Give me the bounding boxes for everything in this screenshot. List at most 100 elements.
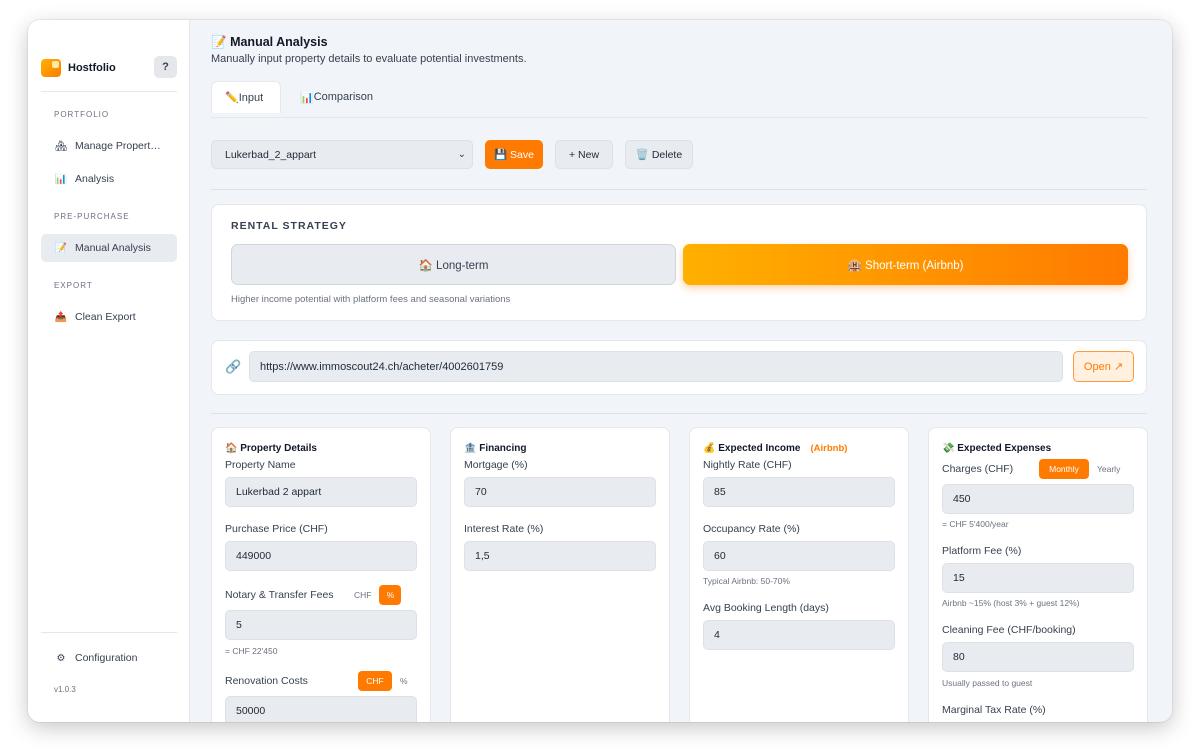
renovation-label: Renovation Costs [225, 675, 308, 687]
long-term-option[interactable]: 🏠 Long-term [231, 244, 676, 285]
platform-fee-hint: Airbnb ~15% (host 3% + guest 12%) [942, 598, 1080, 608]
chevron-down-icon: ⌄ [457, 149, 466, 160]
purchase-price-input[interactable]: 449000 [225, 541, 417, 571]
open-listing-button[interactable]: Open ↗ [1073, 351, 1134, 382]
sidebar-item-configuration[interactable]: ⚙ Configuration [41, 644, 177, 672]
renovation-input[interactable]: 50000 [225, 696, 417, 722]
property-name-label: Property Name [225, 459, 296, 471]
fees-chf-option[interactable]: CHF [349, 585, 376, 605]
property-details-title: 🏠 Property Details [225, 443, 317, 454]
tab-label: Input [238, 91, 264, 104]
selected-property: Lukerbad_2_appart [225, 148, 317, 161]
expected-income-title-text: 💰 Expected Income [703, 443, 801, 454]
charges-hint: = CHF 5'400/year [942, 519, 1009, 529]
app-window: Hostfolio ? PORTFOLIO 🏘 Manage Propert… … [28, 20, 1172, 722]
interest-rate-label: Interest Rate (%) [464, 523, 544, 535]
fees-label: Notary & Transfer Fees [225, 589, 334, 601]
charges-monthly-option[interactable]: Monthly [1039, 459, 1089, 479]
fees-unit-toggle: CHF % [349, 585, 402, 605]
renovation-percent-option[interactable]: % [395, 671, 413, 691]
nightly-rate-input[interactable]: 85 [703, 477, 895, 507]
save-button[interactable]: 💾 Save [485, 140, 543, 169]
new-button[interactable]: + New [555, 140, 613, 169]
help-button[interactable]: ? [154, 56, 177, 78]
charges-yearly-option[interactable]: Yearly [1092, 459, 1125, 479]
platform-fee-input[interactable]: 15 [942, 563, 1134, 593]
mortgage-input[interactable]: 70 [464, 477, 656, 507]
short-term-option[interactable]: 🏨 Short-term (Airbnb) [683, 244, 1128, 285]
nightly-rate-label: Nightly Rate (CHF) [703, 459, 792, 471]
delete-button[interactable]: 🗑️ Delete [625, 140, 693, 169]
app-name: Hostfolio [68, 62, 116, 74]
brand[interactable]: Hostfolio [41, 58, 116, 78]
purchase-price-label: Purchase Price (CHF) [225, 523, 328, 535]
tab-input[interactable]: ✏️ Input [211, 81, 281, 113]
booking-length-input[interactable]: 4 [703, 620, 895, 650]
link-icon: 🔗 [225, 359, 242, 374]
charges-input[interactable]: 450 [942, 484, 1134, 514]
sidebar-item-label: Analysis [75, 173, 115, 185]
property-select[interactable]: Lukerbad_2_appart ⌄ [211, 140, 473, 169]
charges-label: Charges (CHF) [942, 463, 1014, 475]
pencil-icon: ✏️ [225, 92, 239, 104]
listing-url-input[interactable]: https://www.immoscout24.ch/acheter/40026… [249, 351, 1063, 382]
app-version: v1.0.3 [54, 685, 76, 694]
sidebar-item-clean-export[interactable]: 📤 Clean Export [41, 303, 177, 331]
property-name-input[interactable]: Lukerbad 2 appart [225, 477, 417, 507]
renovation-chf-option[interactable]: CHF [358, 671, 392, 691]
airbnb-tag: (Airbnb) [810, 443, 848, 454]
cleaning-fee-label: Cleaning Fee (CHF/booking) [942, 624, 1076, 636]
memo-icon: 📝 [54, 242, 68, 254]
divider [211, 189, 1147, 190]
occupancy-rate-input[interactable]: 60 [703, 541, 895, 571]
cleaning-fee-hint: Usually passed to guest [942, 678, 1033, 688]
listing-url-card: 🔗 https://www.immoscout24.ch/acheter/400… [211, 340, 1147, 395]
sidebar-item-manual-analysis[interactable]: 📝 Manual Analysis [41, 234, 177, 262]
houses-icon: 🏘 [54, 140, 68, 152]
outbox-icon: 📤 [54, 311, 68, 323]
page-title: 📝 Manual Analysis [211, 35, 328, 50]
main-content: 📝 Manual Analysis Manually input propert… [190, 20, 1172, 722]
gear-icon: ⚙ [56, 652, 66, 664]
memo-icon: 📝 [211, 35, 227, 49]
strategy-description: Higher income potential with platform fe… [231, 294, 511, 305]
expected-expenses-title: 💸 Expected Expenses [942, 443, 1052, 454]
sidebar-item-label: Manage Propert… [75, 140, 161, 152]
charges-period-toggle: Monthly Yearly [1039, 459, 1125, 479]
sidebar: Hostfolio ? PORTFOLIO 🏘 Manage Propert… … [28, 20, 190, 722]
tab-label: Comparison [313, 91, 374, 103]
section-export: EXPORT [54, 281, 93, 290]
expected-income-card: 💰 Expected Income (Airbnb) Nightly Rate … [689, 427, 909, 722]
page-subtitle: Manually input property details to evalu… [211, 53, 527, 65]
sidebar-item-label: Clean Export [75, 311, 136, 323]
renovation-unit-toggle: CHF % [358, 671, 413, 691]
occupancy-hint: Typical Airbnb: 50-70% [703, 576, 790, 586]
chart-icon: 📊 [300, 91, 314, 104]
financing-title: 🏦 Financing [464, 443, 527, 454]
rental-strategy-label: RENTAL STRATEGY [231, 220, 347, 232]
fees-percent-option[interactable]: % [379, 585, 402, 605]
fees-hint: = CHF 22'450 [225, 646, 278, 656]
tabs-underline [211, 117, 1147, 118]
cleaning-fee-input[interactable]: 80 [942, 642, 1134, 672]
tax-rate-label: Marginal Tax Rate (%) [942, 704, 1046, 716]
platform-fee-label: Platform Fee (%) [942, 545, 1022, 557]
financing-card: 🏦 Financing Mortgage (%) 70 Interest Rat… [450, 427, 670, 722]
occupancy-rate-label: Occupancy Rate (%) [703, 523, 800, 535]
rental-strategy-card: RENTAL STRATEGY 🏠 Long-term 🏨 Short-term… [211, 204, 1147, 321]
sidebar-item-analysis[interactable]: 📊 Analysis [41, 165, 177, 193]
property-details-card: 🏠 Property Details Property Name Lukerba… [211, 427, 431, 722]
sidebar-divider [41, 91, 177, 92]
sidebar-item-label: Configuration [75, 652, 138, 664]
fees-input[interactable]: 5 [225, 610, 417, 640]
expected-income-title: 💰 Expected Income (Airbnb) [703, 443, 847, 454]
divider [211, 413, 1147, 414]
sidebar-item-manage-properties[interactable]: 🏘 Manage Propert… [41, 132, 177, 160]
logo-icon [41, 59, 61, 77]
tab-comparison[interactable]: 📊 Comparison [300, 81, 373, 113]
sidebar-item-label: Manual Analysis [75, 242, 151, 254]
interest-rate-input[interactable]: 1,5 [464, 541, 656, 571]
section-pre-purchase: PRE-PURCHASE [54, 212, 130, 221]
page-title-text: Manual Analysis [230, 35, 328, 49]
mortgage-label: Mortgage (%) [464, 459, 528, 471]
